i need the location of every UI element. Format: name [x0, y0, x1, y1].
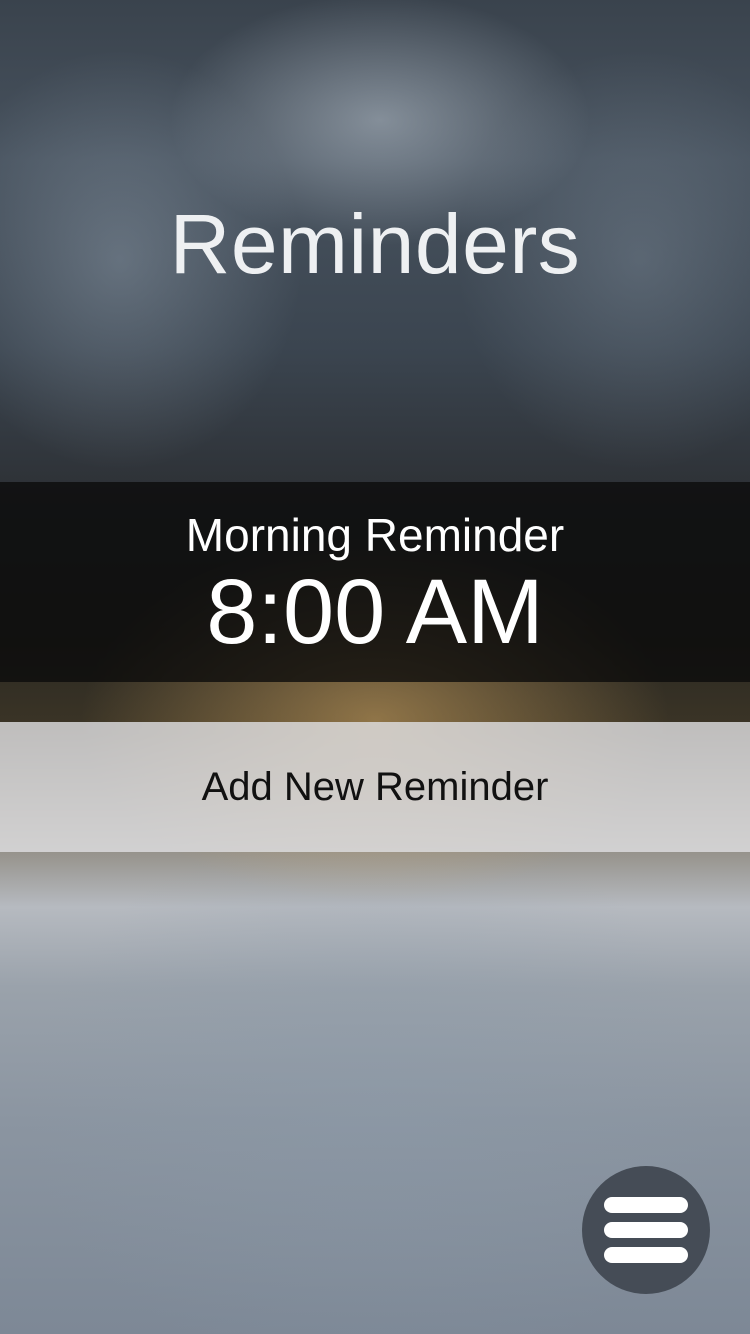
- menu-icon-bar: [604, 1197, 688, 1213]
- menu-icon-bar: [604, 1247, 688, 1263]
- reminder-name: Morning Reminder: [185, 509, 565, 561]
- menu-button[interactable]: [582, 1166, 710, 1294]
- hamburger-menu-icon: [604, 1197, 688, 1263]
- add-new-reminder-label: Add New Reminder: [201, 764, 549, 809]
- reminder-item[interactable]: Morning Reminder 8:00 AM: [0, 482, 750, 682]
- reminder-time: 8:00 AM: [206, 561, 544, 663]
- add-new-reminder-button[interactable]: Add New Reminder: [0, 722, 750, 852]
- menu-icon-bar: [604, 1222, 688, 1238]
- page-title: Reminders: [169, 197, 581, 291]
